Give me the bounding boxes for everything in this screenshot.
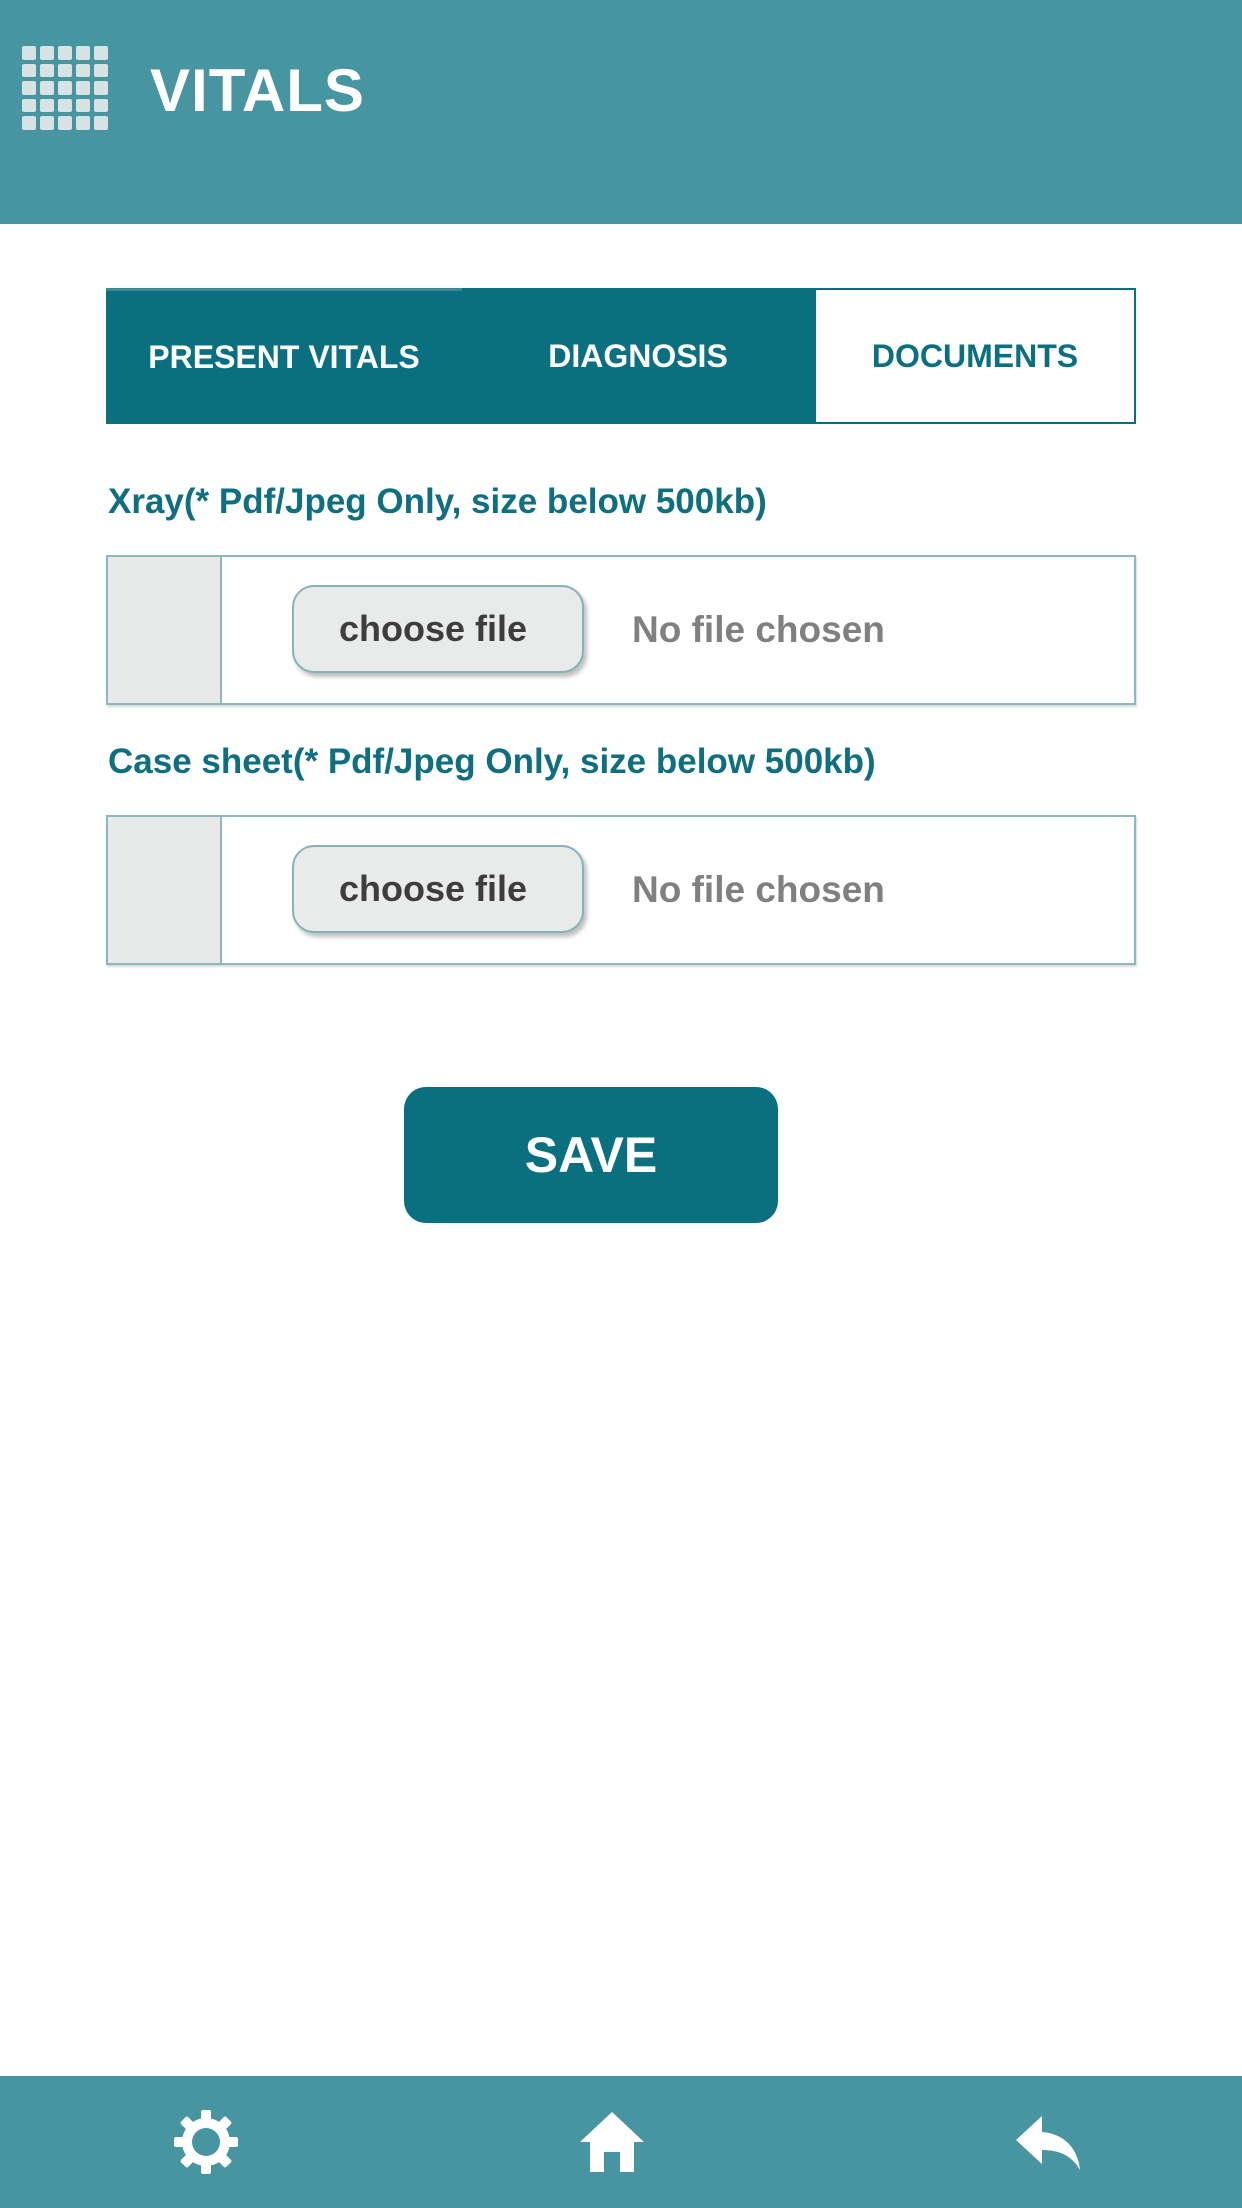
gear-icon[interactable]	[170, 2106, 242, 2178]
case-sheet-file-input[interactable]: choose file No file chosen	[106, 815, 1136, 965]
page-title: VITALS	[150, 57, 365, 124]
bottom-nav-bar	[0, 2076, 1242, 2208]
save-button[interactable]: SAVE	[404, 1087, 778, 1223]
xray-file-prefix	[108, 557, 222, 703]
case-sheet-choose-file-button[interactable]: choose file	[292, 845, 584, 933]
tab-diagnosis[interactable]: DIAGNOSIS	[462, 288, 814, 424]
home-icon[interactable]	[576, 2106, 648, 2178]
xray-label: Xray(* Pdf/Jpeg Only, size below 500kb)	[108, 482, 767, 521]
xray-choose-file-button[interactable]: choose file	[292, 585, 584, 673]
tab-present-vitals[interactable]: PRESENT VITALS	[106, 288, 462, 424]
xray-file-input[interactable]: choose file No file chosen	[106, 555, 1136, 705]
tab-documents[interactable]: DOCUMENTS	[814, 288, 1136, 424]
tab-bar: PRESENT VITALS DIAGNOSIS DOCUMENTS	[106, 288, 1136, 424]
reply-icon[interactable]	[1012, 2106, 1084, 2178]
app-header: VITALS	[0, 0, 1242, 224]
grid-menu-icon[interactable]	[22, 46, 108, 130]
case-sheet-file-prefix	[108, 817, 222, 963]
xray-file-status: No file chosen	[632, 609, 885, 650]
case-sheet-label: Case sheet(* Pdf/Jpeg Only, size below 5…	[108, 742, 876, 781]
case-sheet-file-status: No file chosen	[632, 869, 885, 910]
